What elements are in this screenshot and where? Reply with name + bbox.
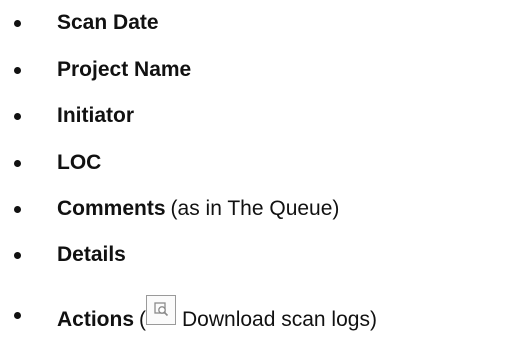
bullet [14, 206, 21, 213]
item-label: LOC [57, 151, 102, 174]
bullet [14, 67, 21, 74]
item-label: Scan Date [57, 11, 159, 34]
log-magnifier-icon [154, 302, 169, 317]
bullet [14, 160, 21, 167]
bullet [14, 20, 21, 27]
bullet [14, 252, 21, 259]
download-scan-logs-icon[interactable] [146, 295, 177, 325]
item-label: Project Name [57, 58, 192, 81]
bullet [14, 113, 21, 120]
bullet [14, 312, 21, 319]
item-label: Actions [57, 307, 135, 331]
item-label: Comments [57, 197, 166, 220]
item-note-close: Download scan logs) [182, 307, 377, 331]
item-label: Initiator [57, 104, 134, 127]
item-note-open: ( [139, 307, 147, 331]
item-note: (as in The Queue) [170, 197, 340, 220]
item-label: Details [57, 243, 126, 266]
